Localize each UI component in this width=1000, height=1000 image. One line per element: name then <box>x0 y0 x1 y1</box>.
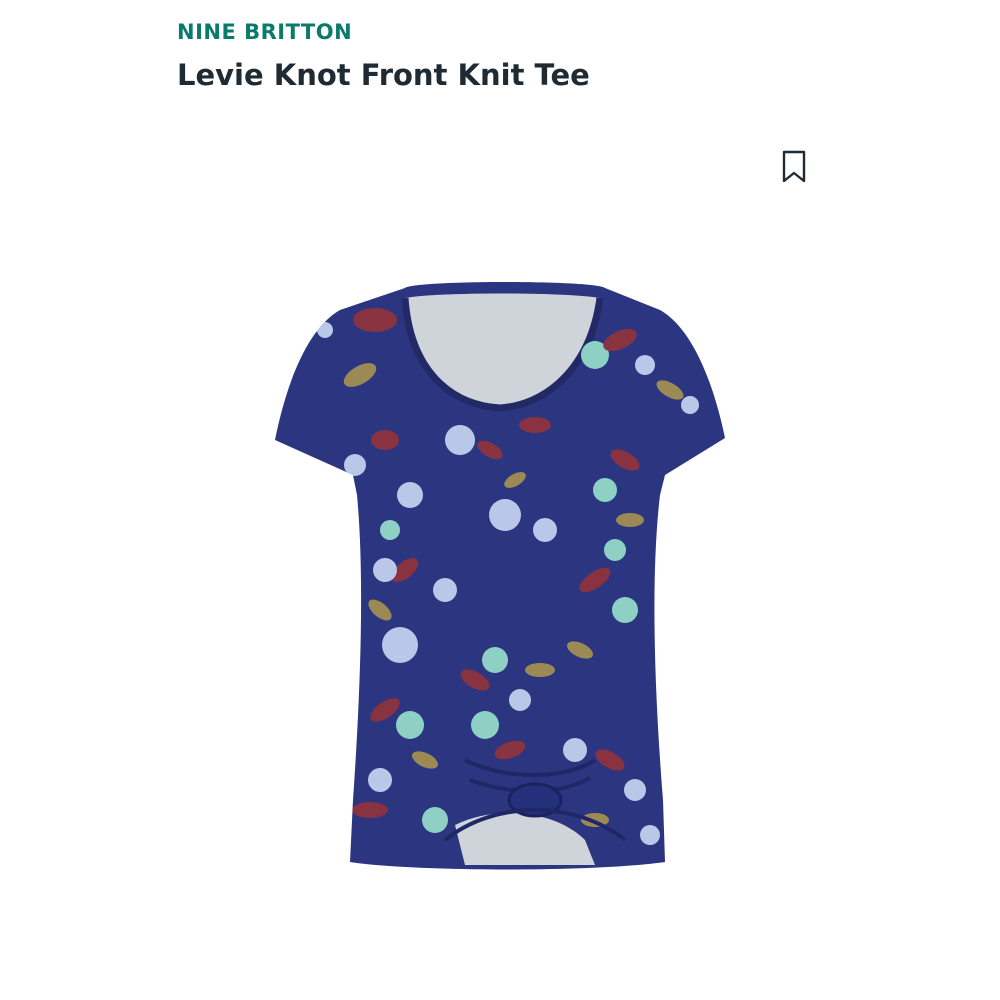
product-title: Levie Knot Front Knit Tee <box>177 58 590 92</box>
product-brand: NINE BRITTON <box>177 20 353 44</box>
bookmark-icon <box>782 150 806 183</box>
floral-tee-image <box>275 282 725 870</box>
save-button[interactable] <box>781 150 807 184</box>
product-image <box>265 280 735 880</box>
